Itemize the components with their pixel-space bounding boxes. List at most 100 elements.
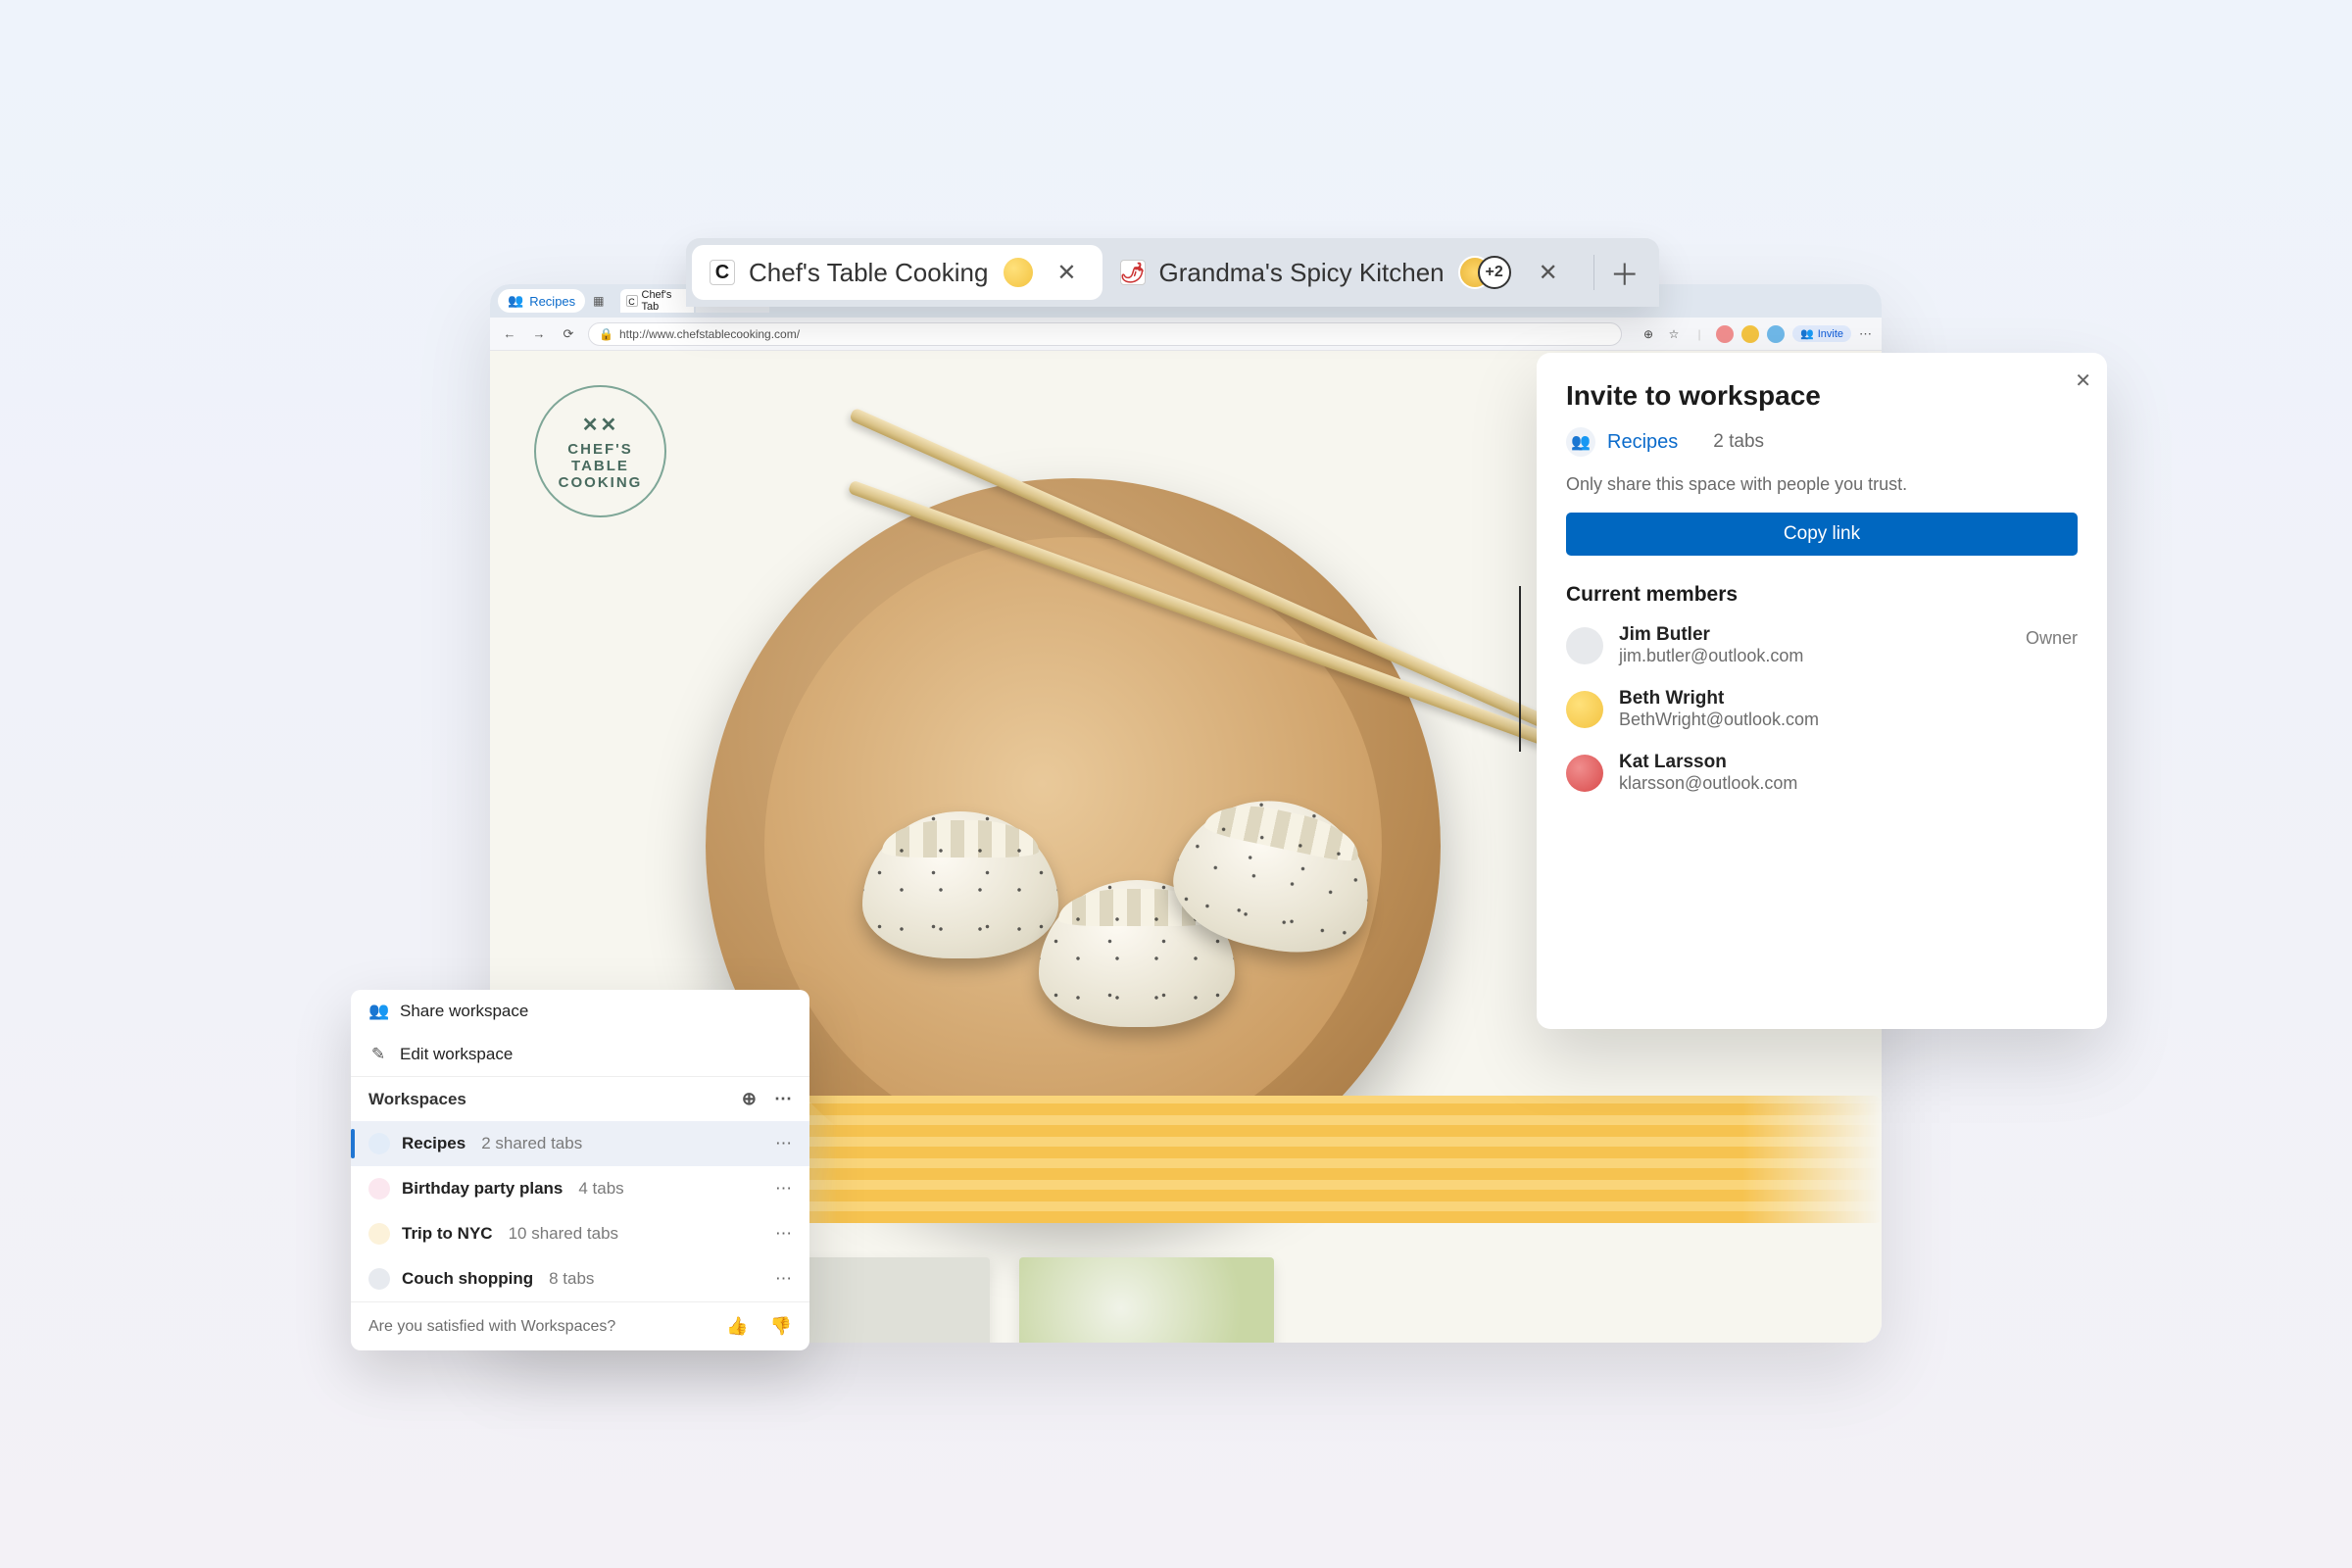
workspace-pill[interactable]: 👥 Recipes: [498, 289, 585, 313]
more-icon[interactable]: ⋯: [775, 1269, 792, 1289]
url-text: http://www.chefstablecooking.com/: [619, 327, 800, 341]
invite-icon: 👥: [1800, 327, 1814, 340]
address-bar[interactable]: 🔒 http://www.chefstablecooking.com/: [588, 322, 1622, 346]
workspace-name: Recipes: [1607, 431, 1678, 454]
back-button[interactable]: ←: [500, 326, 519, 341]
close-tab-icon[interactable]: ✕: [1049, 259, 1084, 287]
reload-button[interactable]: ⟳: [559, 326, 578, 342]
thumbs-up-icon[interactable]: 👍: [726, 1316, 748, 1337]
member-avatar: [1741, 325, 1759, 343]
member-email: jim.butler@outlook.com: [1619, 646, 1803, 666]
workspaces-flyout: 👥 Share workspace ✎ Edit workspace Works…: [351, 990, 809, 1350]
invite-button[interactable]: 👥 Invite: [1792, 325, 1851, 342]
workspace-row: 👥 Recipes 2 tabs: [1566, 427, 2078, 457]
workspace-item-name: Couch shopping: [402, 1269, 533, 1289]
member-row: Jim Butler jim.butler@outlook.com Owner: [1566, 624, 2078, 666]
member-name: Kat Larsson: [1619, 752, 1797, 773]
share-icon: 👥: [368, 1002, 388, 1021]
feedback-question: Are you satisfied with Workspaces?: [368, 1318, 615, 1336]
site-logo[interactable]: ✕✕ CHEF'S TABLE COOKING: [534, 385, 666, 517]
workspace-pill-label: Recipes: [529, 294, 575, 309]
workspace-item[interactable]: Birthday party plans 4 tabs ⋯: [351, 1166, 809, 1211]
invite-panel: ✕ Invite to workspace 👥 Recipes 2 tabs O…: [1537, 353, 2107, 1029]
workspaces-heading: Workspaces: [368, 1090, 466, 1109]
member-name: Beth Wright: [1619, 688, 1819, 710]
workspace-item-name: Recipes: [402, 1134, 466, 1153]
workspace-item-name: Trip to NYC: [402, 1224, 493, 1244]
utensils-icon: ✕✕: [582, 413, 619, 437]
big-tab-2[interactable]: 🌶 Grandma's Spicy Kitchen +2 ✕: [1102, 245, 1584, 300]
active-indicator: [351, 1129, 355, 1158]
workspace-item[interactable]: Recipes 2 shared tabs ⋯: [351, 1121, 809, 1166]
workspace-icon: 👥: [1566, 427, 1595, 457]
workspace-color-icon: [368, 1268, 390, 1290]
close-tab-icon[interactable]: ✕: [1531, 259, 1566, 287]
toolbar: ← → ⟳ 🔒 http://www.chefstablecooking.com…: [490, 318, 1882, 351]
workspace-color-icon: [368, 1133, 390, 1154]
lock-icon: 🔒: [599, 327, 613, 341]
edit-workspace[interactable]: ✎ Edit workspace: [351, 1033, 809, 1076]
close-icon[interactable]: ✕: [2075, 368, 2091, 393]
feedback-row: Are you satisfied with Workspaces? 👍 👎: [351, 1301, 809, 1350]
workspace-item[interactable]: Trip to NYC 10 shared tabs ⋯: [351, 1211, 809, 1256]
favicon: C: [626, 295, 638, 307]
member-row: Kat Larsson klarsson@outlook.com: [1566, 752, 2078, 794]
copy-link-button[interactable]: Copy link: [1566, 513, 2078, 556]
tab-owner-avatar: [1002, 256, 1035, 289]
workspace-tab-count: 2 tabs: [1713, 431, 1764, 453]
more-icon[interactable]: ⋯: [775, 1224, 792, 1244]
workspace-menu-icon[interactable]: ▦: [593, 294, 604, 308]
invite-title: Invite to workspace: [1566, 380, 2078, 412]
share-label: Share workspace: [400, 1002, 528, 1021]
tab-title: Chef's Table Cooking: [749, 258, 988, 288]
avatar: [1566, 691, 1603, 728]
new-tab-button[interactable]: ＋: [1604, 251, 1645, 294]
workspace-item-meta: 8 tabs: [549, 1269, 594, 1289]
presence-more-count: +2: [1478, 256, 1511, 289]
workspace-color-icon: [368, 1178, 390, 1200]
add-workspace-icon[interactable]: ⊕: [742, 1089, 757, 1109]
member-avatar: [1767, 325, 1785, 343]
members-heading: Current members: [1566, 583, 2078, 607]
tab-title: Grandma's Spicy Kitchen: [1159, 258, 1445, 288]
gallery-thumb[interactable]: [1019, 1257, 1274, 1343]
more-icon[interactable]: ⋯: [775, 1134, 792, 1153]
share-workspace[interactable]: 👥 Share workspace: [351, 990, 809, 1033]
edit-label: Edit workspace: [400, 1045, 513, 1064]
more-icon[interactable]: ⋯: [774, 1089, 792, 1109]
pencil-icon: ✎: [368, 1045, 388, 1064]
member-name: Jim Butler: [1619, 624, 1803, 646]
member-role: Owner: [2026, 628, 2078, 649]
thumbs-down-icon[interactable]: 👎: [770, 1316, 792, 1337]
avatar: [1566, 755, 1603, 792]
enlarged-tabs: C Chef's Table Cooking ✕ 🌶 Grandma's Spi…: [686, 238, 1659, 307]
big-tab-1[interactable]: C Chef's Table Cooking ✕: [692, 245, 1102, 300]
logo-line1: CHEF'S TABLE: [536, 441, 664, 474]
collections-icon[interactable]: ⊕: [1640, 325, 1657, 343]
workspace-item-meta: 4 tabs: [578, 1179, 623, 1199]
workspace-item-meta: 2 shared tabs: [481, 1134, 582, 1153]
more-icon[interactable]: ⋯: [1859, 326, 1872, 342]
mini-tab[interactable]: C Chef's Tab: [620, 289, 694, 313]
forward-button[interactable]: →: [529, 326, 549, 341]
workspace-item-name: Birthday party plans: [402, 1179, 563, 1199]
logo-line2: COOKING: [559, 474, 643, 491]
member-email: BethWright@outlook.com: [1619, 710, 1819, 730]
workspace-item[interactable]: Couch shopping 8 tabs ⋯: [351, 1256, 809, 1301]
workspace-icon: 👥: [508, 293, 523, 309]
avatar: [1566, 627, 1603, 664]
workspace-color-icon: [368, 1223, 390, 1245]
member-email: klarsson@outlook.com: [1619, 773, 1797, 794]
workspace-item-meta: 10 shared tabs: [509, 1224, 618, 1244]
favorite-icon[interactable]: ☆: [1665, 325, 1683, 343]
member-row: Beth Wright BethWright@outlook.com: [1566, 688, 2078, 730]
invite-label: Invite: [1818, 328, 1843, 340]
tab-divider: [1593, 255, 1594, 290]
divider: |: [1690, 325, 1708, 343]
more-icon[interactable]: ⋯: [775, 1179, 792, 1199]
mini-tab-label: Chef's Tab: [642, 289, 688, 313]
workspaces-header: Workspaces ⊕ ⋯: [351, 1076, 809, 1121]
share-note: Only share this space with people you tr…: [1566, 474, 2078, 495]
favicon: C: [710, 260, 735, 285]
toolbar-right: ⊕ ☆ | 👥 Invite ⋯: [1640, 325, 1872, 343]
